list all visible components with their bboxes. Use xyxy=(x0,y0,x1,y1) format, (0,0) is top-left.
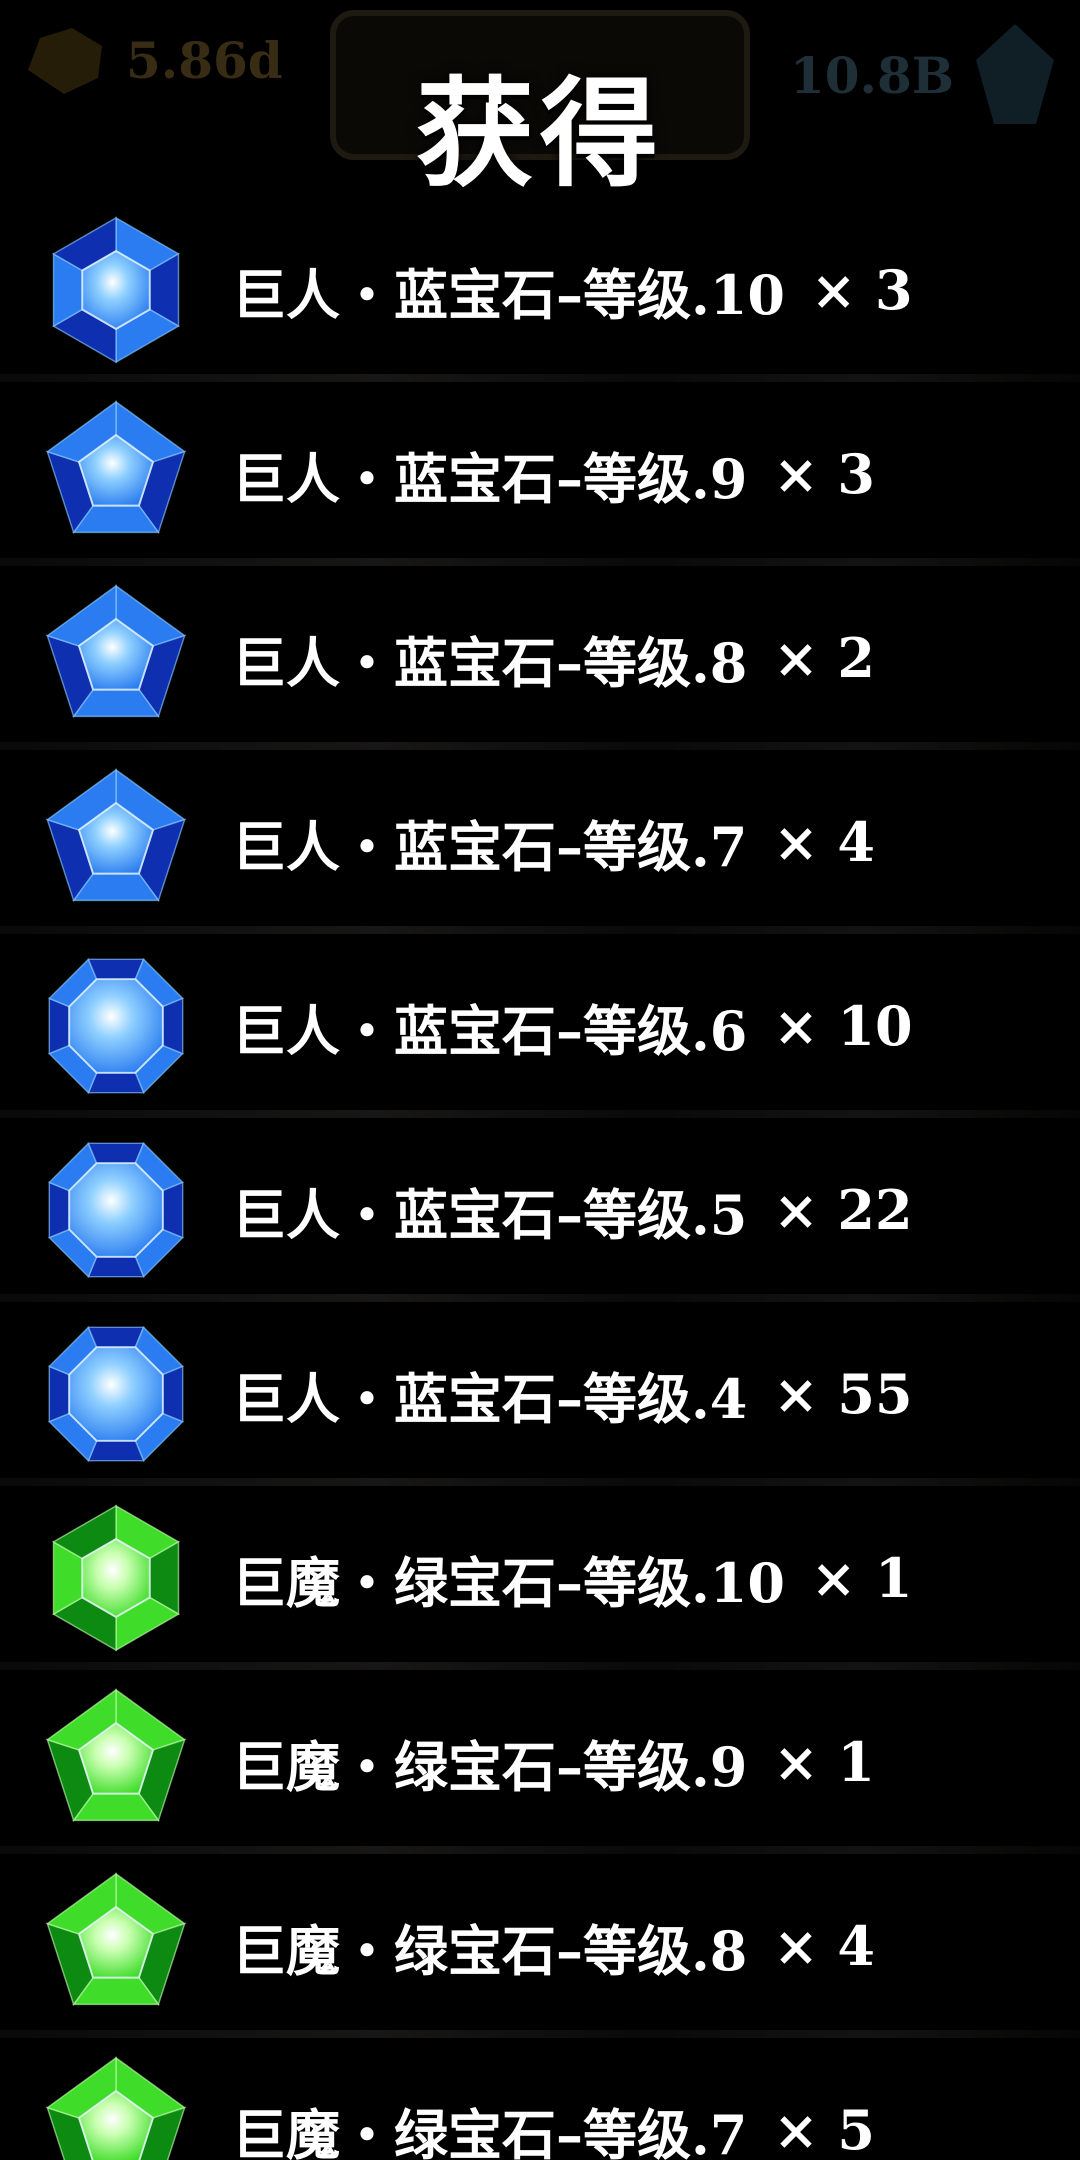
reward-label: 巨人・蓝宝石–等级.10 × 3 xyxy=(232,198,913,382)
reward-label: 巨人・蓝宝石–等级.7 × 4 xyxy=(232,750,875,934)
reward-name: 巨人・蓝宝石–等级.7 xyxy=(232,814,748,879)
reward-label: 巨人・蓝宝石–等级.5 × 22 xyxy=(232,1118,913,1302)
reward-quantity: × 4 xyxy=(773,1914,875,1978)
reward-name: 巨人・蓝宝石–等级.8 xyxy=(232,630,748,695)
sapphire-gem-icon xyxy=(38,948,194,1104)
reward-quantity: × 3 xyxy=(810,258,913,322)
sapphire-gem-icon xyxy=(38,1316,194,1472)
reward-label: 巨魔・绿宝石–等级.8 × 4 xyxy=(232,1854,875,2038)
reward-name: 巨人・蓝宝石–等级.6 xyxy=(232,998,748,1063)
reward-quantity: × 10 xyxy=(773,994,913,1058)
reward-quantity: × 22 xyxy=(773,1178,913,1242)
reward-label: 巨魔・绿宝石–等级.7 × 5 xyxy=(232,2038,875,2160)
reward-row: 巨人・蓝宝石–等级.5 × 22 xyxy=(0,1118,1080,1302)
reward-row: 巨人・蓝宝石–等级.9 × 3 xyxy=(0,382,1080,566)
sapphire-gem-icon xyxy=(38,396,194,552)
emerald-gem-icon xyxy=(38,1684,194,1840)
reward-row: 巨人・蓝宝石–等级.7 × 4 xyxy=(0,750,1080,934)
reward-quantity: × 2 xyxy=(773,626,875,690)
reward-title: 获得 xyxy=(415,65,664,203)
reward-row: 巨魔・绿宝石–等级.9 × 1 xyxy=(0,1670,1080,1854)
sapphire-gem-icon xyxy=(38,1132,194,1288)
reward-list: 巨人・蓝宝石–等级.10 × 3 巨人・蓝宝石–等级.9 × 3 巨人・蓝宝石–等级… xyxy=(0,198,1080,2160)
emerald-gem-icon xyxy=(38,1500,194,1656)
reward-quantity: × 1 xyxy=(810,1546,913,1610)
reward-row: 巨人・蓝宝石–等级.6 × 10 xyxy=(0,934,1080,1118)
emerald-gem-icon xyxy=(38,1868,194,2024)
reward-quantity: × 4 xyxy=(773,810,875,874)
reward-label: 巨人・蓝宝石–等级.4 × 55 xyxy=(232,1302,913,1486)
reward-name: 巨魔・绿宝石–等级.7 xyxy=(232,2102,748,2160)
reward-label: 巨魔・绿宝石–等级.10 × 1 xyxy=(232,1486,913,1670)
reward-label: 巨人・蓝宝石–等级.8 × 2 xyxy=(232,566,875,750)
reward-row: 巨魔・绿宝石–等级.8 × 4 xyxy=(0,1854,1080,2038)
reward-name: 巨人・蓝宝石–等级.5 xyxy=(232,1182,748,1247)
reward-row: 巨人・蓝宝石–等级.8 × 2 xyxy=(0,566,1080,750)
emerald-gem-icon xyxy=(38,2052,194,2160)
reward-quantity: × 3 xyxy=(773,442,875,506)
reward-label: 巨人・蓝宝石–等级.9 × 3 xyxy=(232,382,875,566)
sapphire-gem-icon xyxy=(38,212,194,368)
sapphire-gem-icon xyxy=(38,580,194,736)
reward-name: 巨魔・绿宝石–等级.10 xyxy=(232,1550,785,1615)
reward-quantity: × 5 xyxy=(773,2098,875,2160)
reward-name: 巨魔・绿宝石–等级.8 xyxy=(232,1918,748,1983)
sapphire-gem-icon xyxy=(38,764,194,920)
reward-quantity: × 55 xyxy=(773,1362,913,1426)
reward-label: 巨魔・绿宝石–等级.9 × 1 xyxy=(232,1670,875,1854)
reward-name: 巨人・蓝宝石–等级.10 xyxy=(232,262,785,327)
reward-row: 巨人・蓝宝石–等级.10 × 3 xyxy=(0,198,1080,382)
reward-row: 巨魔・绿宝石–等级.10 × 1 xyxy=(0,1486,1080,1670)
reward-row: 巨人・蓝宝石–等级.4 × 55 xyxy=(0,1302,1080,1486)
reward-quantity: × 1 xyxy=(773,1730,875,1794)
reward-name: 巨魔・绿宝石–等级.9 xyxy=(232,1734,748,1799)
reward-row: 巨魔・绿宝石–等级.7 × 5 xyxy=(0,2038,1080,2160)
reward-label: 巨人・蓝宝石–等级.6 × 10 xyxy=(232,934,913,1118)
reward-name: 巨人・蓝宝石–等级.4 xyxy=(232,1366,748,1431)
reward-name: 巨人・蓝宝石–等级.9 xyxy=(232,446,748,511)
